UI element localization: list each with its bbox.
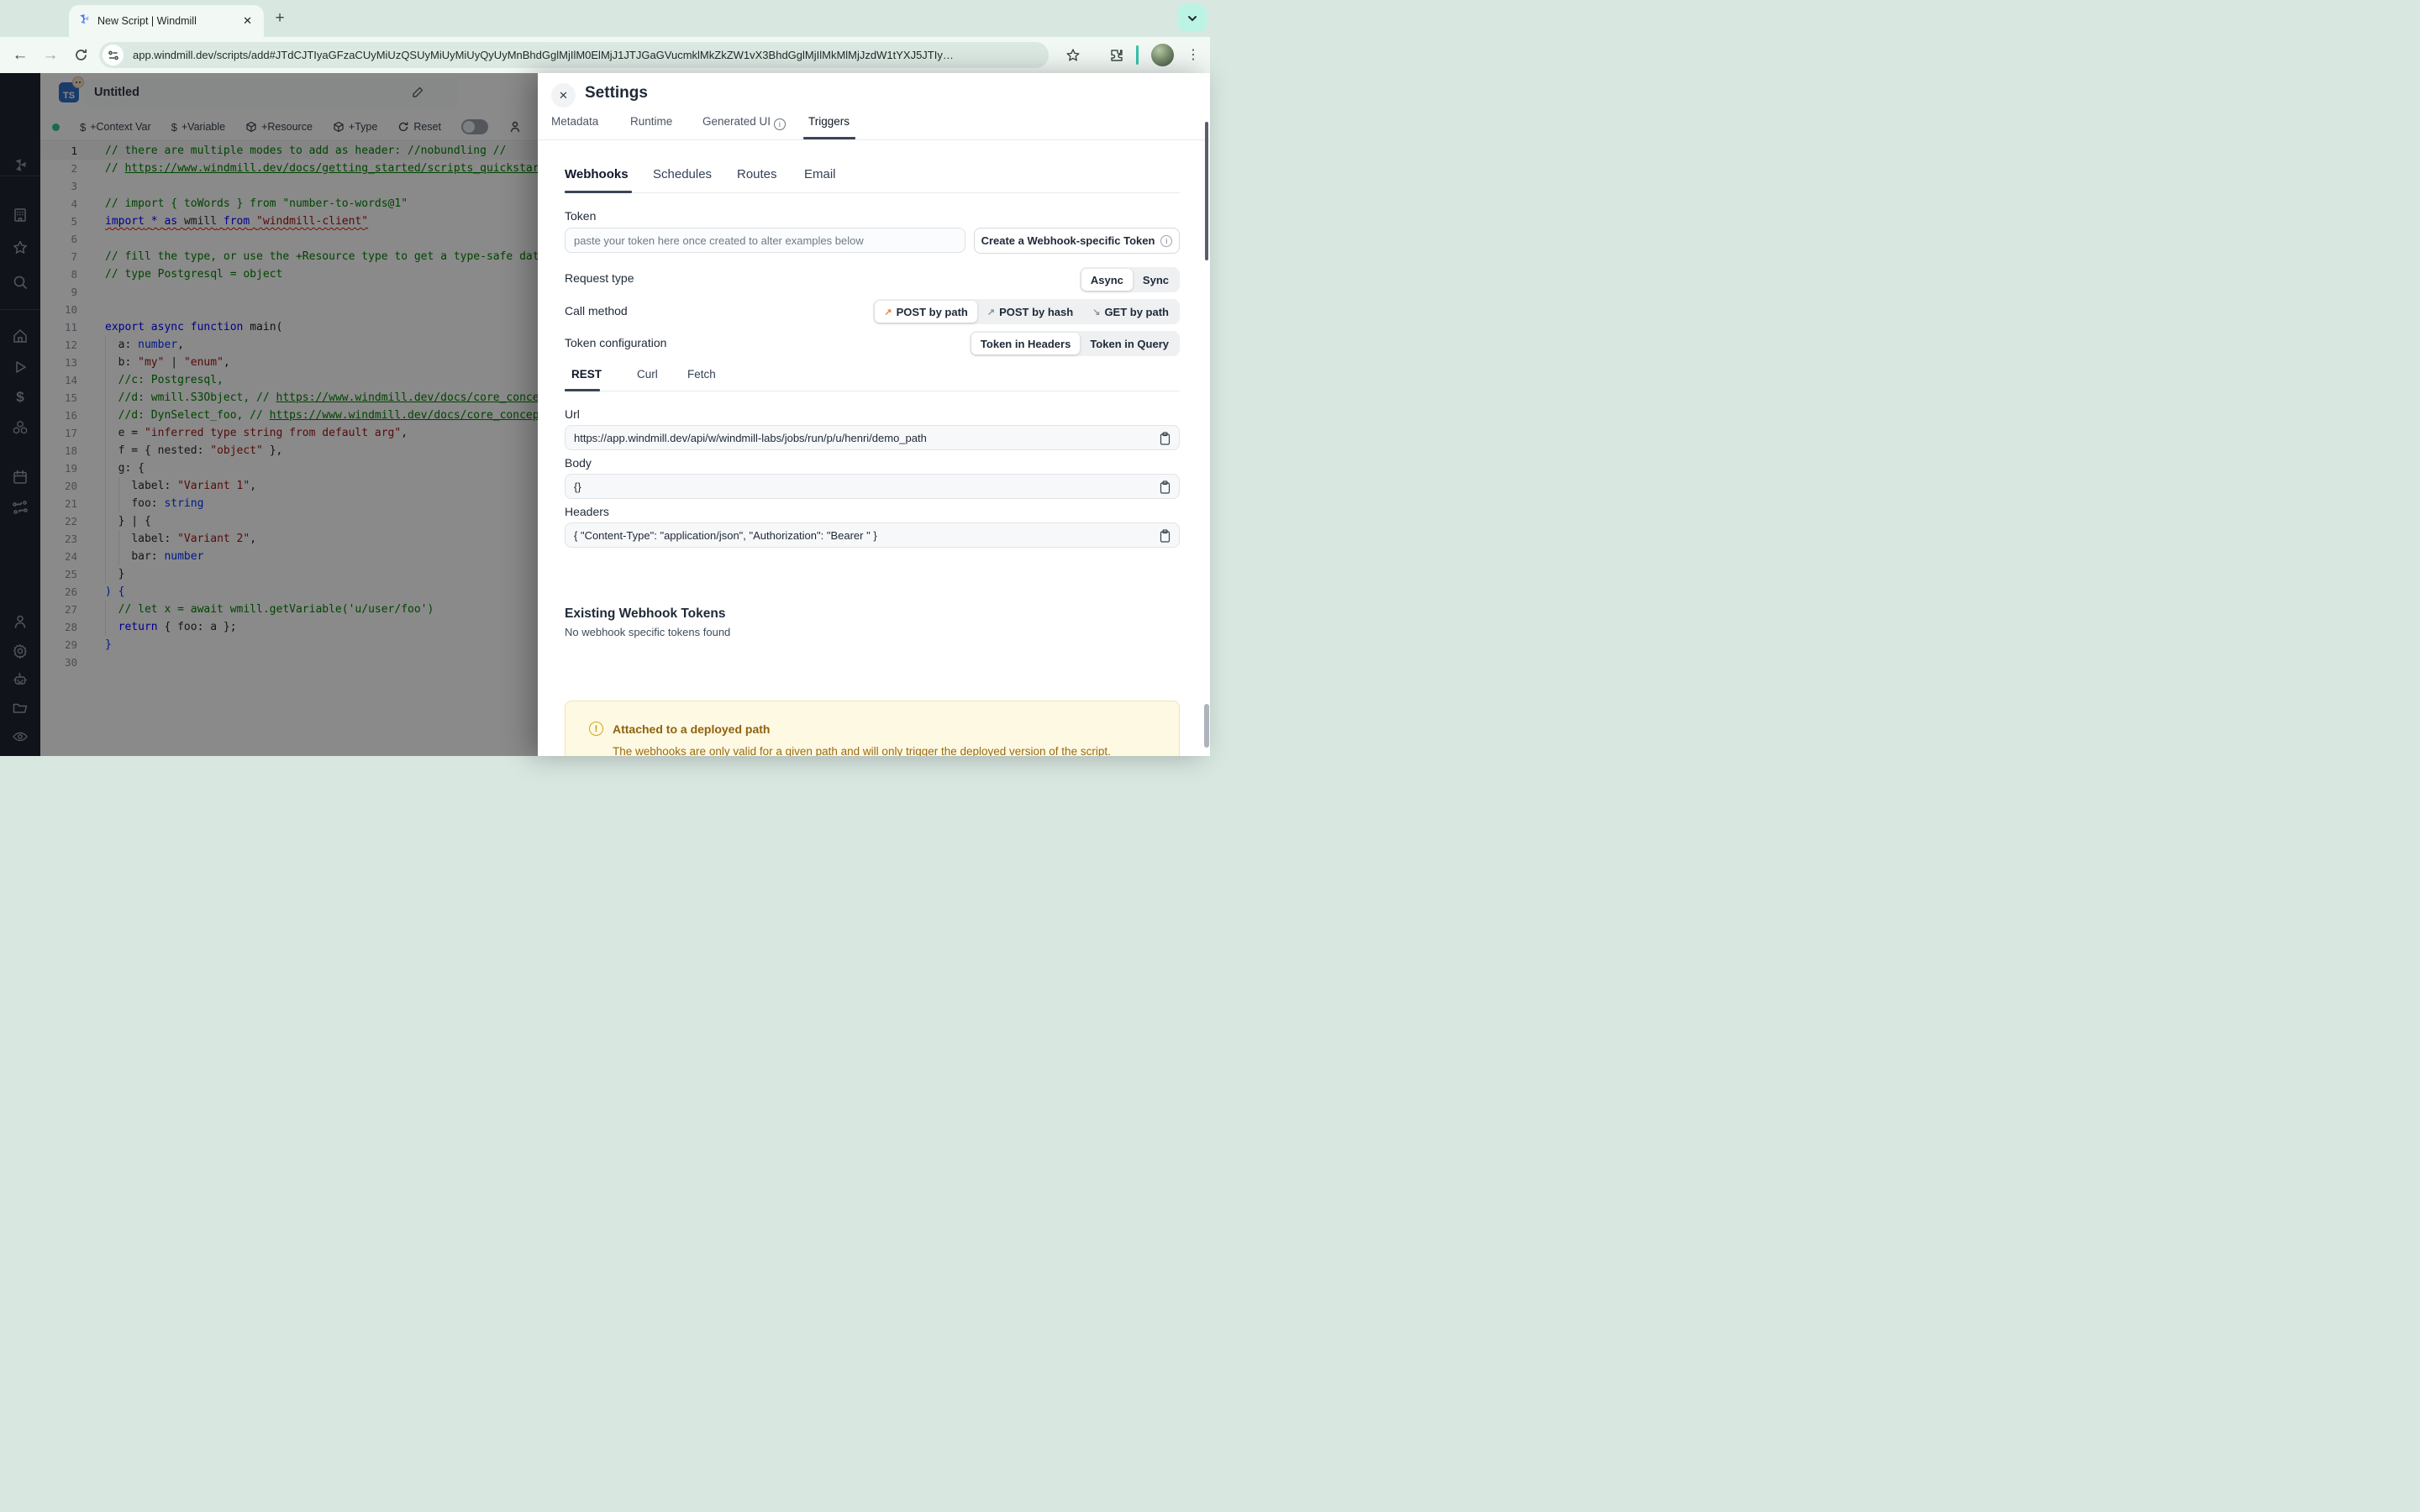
- info-icon[interactable]: i: [1160, 234, 1173, 247]
- example-tabs: REST Curl Fetch: [565, 366, 1180, 391]
- browser-menu-icon[interactable]: ⋮: [1186, 45, 1200, 66]
- request-type-label: Request type: [565, 271, 634, 285]
- tab-fetch[interactable]: Fetch: [687, 368, 716, 381]
- browser-tab[interactable]: New Script | Windmill ✕: [69, 5, 264, 37]
- bookmark-star-icon[interactable]: [1061, 37, 1085, 73]
- extensions-puzzle-icon[interactable]: [1104, 37, 1128, 73]
- tab-schedules[interactable]: Schedules: [653, 167, 712, 181]
- forward-button[interactable]: →: [39, 37, 62, 73]
- tab-search-chevron-button[interactable]: [1177, 4, 1207, 32]
- request-type-segment: Async Sync: [1079, 267, 1180, 292]
- tab-rest[interactable]: REST: [571, 368, 602, 381]
- tab-close-icon[interactable]: ✕: [239, 14, 255, 28]
- token-input[interactable]: paste your token here once created to al…: [565, 228, 965, 253]
- windmill-favicon-icon: [77, 13, 91, 30]
- existing-tokens-title: Existing Webhook Tokens: [565, 606, 726, 621]
- url-text: app.windmill.dev/scripts/add#JTdCJTIyaGF…: [133, 49, 954, 61]
- scrollbar-thumb[interactable]: [1205, 122, 1208, 260]
- headers-field: { "Content-Type": "application/json", "A…: [565, 522, 1180, 548]
- token-config-segment: Token in Headers Token in Query: [969, 331, 1180, 356]
- copy-clipboard-icon[interactable]: [1160, 432, 1171, 445]
- site-settings-icon[interactable]: [103, 45, 124, 66]
- app-window: $ TS Untitled $ +Context Var $ +Variable…: [0, 73, 1210, 756]
- body-field-label: Body: [565, 456, 592, 470]
- existing-tokens-empty: No webhook specific tokens found: [565, 626, 731, 638]
- tab-email[interactable]: Email: [804, 167, 836, 181]
- option-get-by-path[interactable]: ↘ GET by path: [1083, 301, 1178, 323]
- option-token-in-query[interactable]: Token in Query: [1081, 333, 1178, 354]
- arrow-down-right-icon: ↘: [1092, 307, 1101, 318]
- option-post-by-hash[interactable]: ↗ POST by hash: [978, 301, 1082, 323]
- option-async[interactable]: Async: [1081, 269, 1133, 291]
- tab-routes[interactable]: Routes: [737, 167, 777, 181]
- option-token-in-headers[interactable]: Token in Headers: [971, 333, 1081, 354]
- info-icon[interactable]: i: [773, 118, 786, 130]
- call-method-label: Call method: [565, 304, 628, 318]
- warning-icon: !: [589, 722, 603, 736]
- active-example-underline: [565, 389, 600, 391]
- browser-navbar: ← → app.windmill.dev/scripts/add#JTdCJTI…: [0, 37, 1210, 73]
- settings-drawer: ✕ Settings Metadata Runtime Generated UI…: [538, 73, 1210, 756]
- tab-generated-ui[interactable]: Generated UI i: [702, 115, 786, 130]
- arrow-up-right-icon: ↗: [986, 307, 996, 318]
- copy-clipboard-icon[interactable]: [1160, 480, 1171, 494]
- token-config-label: Token configuration: [565, 336, 667, 349]
- token-placeholder: paste your token here once created to al…: [574, 234, 864, 247]
- copy-clipboard-icon[interactable]: [1160, 529, 1171, 543]
- tab-webhooks[interactable]: Webhooks: [565, 167, 629, 181]
- drawer-backdrop[interactable]: [0, 73, 538, 756]
- tab-curl[interactable]: Curl: [637, 368, 658, 381]
- tab-metadata[interactable]: Metadata: [551, 115, 598, 128]
- url-field-label: Url: [565, 407, 580, 421]
- settings-tabs: Metadata Runtime Generated UI i Triggers: [538, 115, 1210, 140]
- scrollbar-thumb[interactable]: [1204, 704, 1209, 748]
- active-tab-underline: [803, 137, 855, 139]
- drawer-title: Settings: [585, 84, 648, 102]
- active-trigger-underline: [565, 191, 632, 193]
- headers-field-label: Headers: [565, 505, 609, 518]
- option-sync[interactable]: Sync: [1134, 269, 1178, 291]
- back-button[interactable]: ←: [8, 37, 32, 73]
- profile-avatar[interactable]: [1151, 44, 1174, 66]
- profile-status-separator: [1136, 45, 1139, 65]
- deployed-path-warning: ! Attached to a deployed path The webhoo…: [565, 701, 1180, 756]
- close-drawer-button[interactable]: ✕: [551, 83, 576, 108]
- trigger-tabs: Webhooks Schedules Routes Email: [565, 165, 1180, 193]
- chevron-down-icon: [1187, 15, 1197, 21]
- option-post-by-path[interactable]: ↗ POST by path: [875, 301, 977, 323]
- page: New Script | Windmill ✕ + ← → app.windmi…: [0, 0, 1210, 756]
- body-field: {}: [565, 474, 1180, 499]
- tab-triggers[interactable]: Triggers: [808, 115, 850, 128]
- browser-tabstrip: New Script | Windmill ✕ +: [0, 0, 1210, 37]
- warning-title: Attached to a deployed path: [613, 722, 771, 736]
- warning-body: The webhooks are only valid for a given …: [613, 745, 1111, 756]
- url-field: https://app.windmill.dev/api/w/windmill-…: [565, 425, 1180, 450]
- tab-title: New Script | Windmill: [97, 15, 197, 27]
- token-label: Token: [565, 209, 597, 223]
- url-bar[interactable]: app.windmill.dev/scripts/add#JTdCJTIyaGF…: [99, 42, 1049, 68]
- arrow-up-right-icon: ↗: [884, 307, 892, 318]
- new-tab-button[interactable]: +: [271, 9, 289, 28]
- tab-runtime[interactable]: Runtime: [630, 115, 672, 128]
- call-method-segment: ↗ POST by path ↗ POST by hash ↘ GET by path: [873, 299, 1180, 324]
- create-webhook-token-button[interactable]: Create a Webhook-specific Token i: [974, 228, 1180, 254]
- reload-button[interactable]: [69, 37, 92, 73]
